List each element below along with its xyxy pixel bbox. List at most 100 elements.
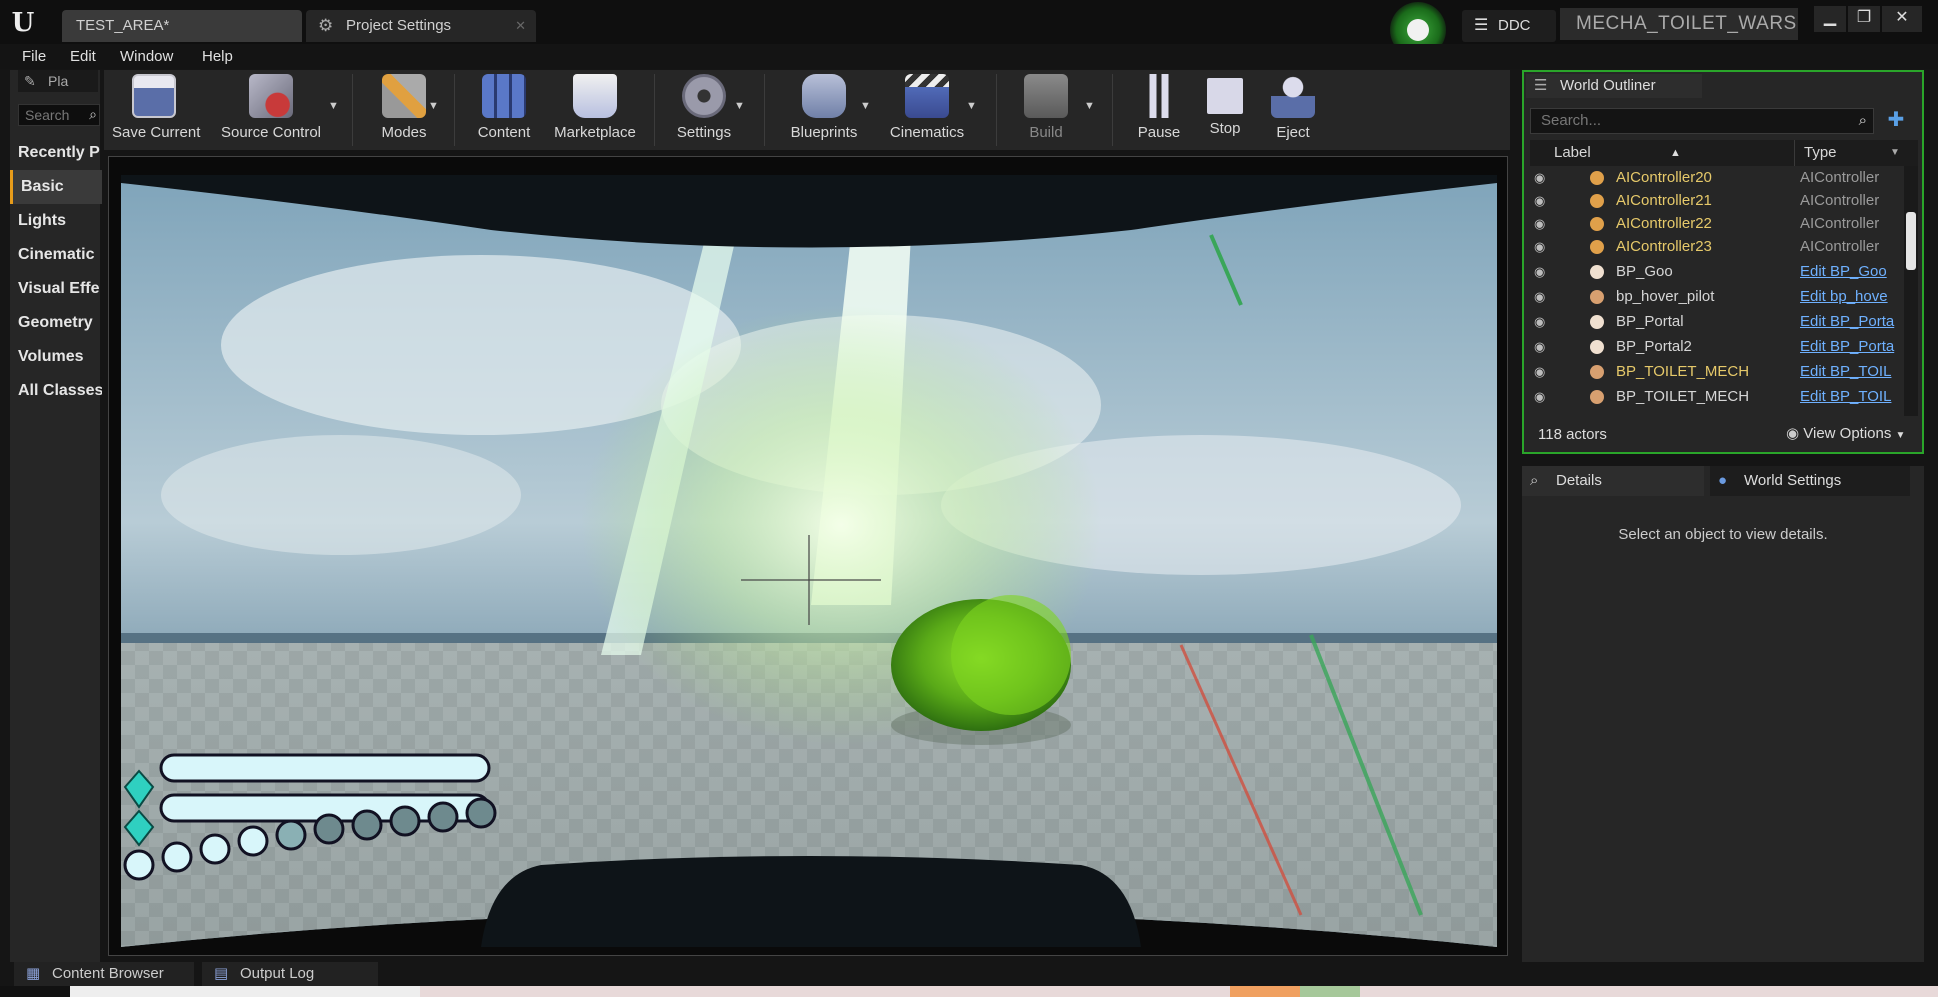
pause-label: Pause [1137,124,1181,141]
edit-blueprint-link[interactable]: Edit BP_Porta [1800,335,1908,359]
blueprints-label: Blueprints [790,124,858,141]
place-search-input[interactable]: Search ⌕ [18,104,100,126]
save-current-button[interactable]: Save Current [112,70,200,150]
build-dropdown-icon[interactable]: ▼ [1084,100,1095,112]
minimize-button[interactable]: ▁ [1814,6,1846,32]
scrollbar-thumb[interactable] [1906,212,1916,270]
blueprint-actor-icon [1590,315,1604,329]
toolbar-separator [654,74,655,146]
category-cinematic[interactable]: Cinematic [10,238,102,272]
tab-level[interactable]: TEST_AREA* [62,10,302,42]
edit-blueprint-link[interactable]: Edit BP_Goo [1800,260,1908,284]
category-volumes[interactable]: Volumes [10,340,102,374]
add-folder-button[interactable]: ✚ [1882,108,1910,134]
edit-blueprint-link[interactable]: Edit BP_TOIL [1800,360,1908,384]
outliner-row[interactable]: ◉ AIController22 AIController [1530,212,1910,236]
column-divider [1794,140,1795,166]
category-geometry[interactable]: Geometry [10,306,102,340]
cinematics-label: Cinematics [889,124,965,141]
actor-label: AIController21 [1616,192,1712,209]
tab-details[interactable]: ⌕ Details [1522,466,1704,496]
menu-edit[interactable]: Edit [70,44,96,69]
outliner-list[interactable]: ◉ AIController20 AIController ◉ AIContro… [1530,166,1910,416]
close-window-button[interactable]: ✕ [1882,6,1922,32]
sort-ascending-icon: ▲ [1670,147,1681,159]
ddc-button[interactable]: ☰ DDC [1462,10,1556,42]
edit-blueprint-link[interactable]: Edit BP_TOIL [1800,385,1908,409]
category-lights[interactable]: Lights [10,204,102,238]
content-button[interactable]: Content [464,70,544,150]
visibility-eye-icon[interactable]: ◉ [1534,166,1545,190]
category-all-classes[interactable]: All Classes [10,374,102,408]
place-mode-tab[interactable]: ✎ Pla [18,70,98,92]
outliner-scrollbar[interactable] [1904,166,1918,416]
cinematics-dropdown-icon[interactable]: ▼ [966,100,977,112]
actor-type: AIController [1800,192,1880,209]
visibility-eye-icon[interactable]: ◉ [1534,385,1545,409]
tab-content-browser[interactable]: ▦ Content Browser [14,962,194,986]
save-icon [132,74,176,118]
menu-window[interactable]: Window [120,44,173,69]
level-viewport[interactable] [108,156,1508,956]
visibility-eye-icon[interactable]: ◉ [1534,285,1545,309]
pause-button[interactable]: Pause [1124,70,1194,150]
content-label: Content [477,124,531,141]
menu-help[interactable]: Help [202,44,233,69]
outliner-row[interactable]: ◉ BP_Portal Edit BP_Porta [1530,310,1910,334]
actor-count: 118 actors [1538,426,1607,443]
close-tab-icon[interactable]: ✕ [515,10,526,42]
tab-world-settings[interactable]: ● World Settings [1710,466,1910,496]
category-visual-effects[interactable]: Visual Effe [10,272,102,306]
visibility-eye-icon[interactable]: ◉ [1534,310,1545,334]
marketplace-button[interactable]: Marketplace [544,70,646,150]
blueprints-button[interactable]: Blueprints [774,70,874,150]
edit-blueprint-link[interactable]: Edit BP_Porta [1800,310,1908,334]
tab-world-outliner[interactable]: ☰ World Outliner [1526,74,1702,98]
toolbar-separator [352,74,353,146]
visibility-eye-icon[interactable]: ◉ [1534,189,1545,213]
settings-dropdown-icon[interactable]: ▼ [734,100,745,112]
outliner-row[interactable]: ◉ BP_TOILET_MECH Edit BP_TOIL [1530,360,1910,384]
source-control-button[interactable]: Source Control [216,70,326,150]
place-search-placeholder: Search [25,107,70,123]
settings-button[interactable]: Settings [664,70,744,150]
outliner-row[interactable]: ◉ BP_Portal2 Edit BP_Porta [1530,335,1910,359]
tab-project-settings[interactable]: ⚙ Project Settings ✕ [306,10,536,42]
category-basic[interactable]: Basic [10,170,102,204]
blueprints-dropdown-icon[interactable]: ▼ [860,100,871,112]
visibility-eye-icon[interactable]: ◉ [1534,335,1545,359]
outliner-row[interactable]: ◉ AIController21 AIController [1530,189,1910,213]
outliner-row[interactable]: ◉ AIController20 AIController [1530,166,1910,190]
type-dropdown-icon[interactable]: ▼ [1890,140,1900,166]
outliner-row[interactable]: ◉ BP_Goo Edit BP_Goo [1530,260,1910,284]
outliner-search-input[interactable]: Search... ⌕ [1530,108,1874,134]
modes-dropdown-icon[interactable]: ▼ [428,100,439,112]
outliner-row[interactable]: ◉ AIController23 AIController [1530,235,1910,259]
cinematics-button[interactable]: Cinematics [880,70,974,150]
unreal-logo-icon[interactable]: U [8,8,38,38]
ai-controller-icon [1590,240,1604,254]
outliner-row[interactable]: ◉ BP_TOILET_MECH Edit BP_TOIL [1530,385,1910,409]
maximize-button[interactable]: ❐ [1848,6,1880,32]
tab-output-log[interactable]: ▤ Output Log [202,962,378,986]
source-control-dropdown-icon[interactable]: ▼ [328,100,339,112]
actor-label: BP_TOILET_MECH [1616,388,1750,405]
label-column-header[interactable]: Label [1554,140,1591,166]
visibility-eye-icon[interactable]: ◉ [1534,260,1545,284]
edit-blueprint-link[interactable]: Edit bp_hove [1800,285,1908,309]
type-column-header[interactable]: Type [1804,140,1837,166]
stop-button[interactable]: Stop [1194,70,1256,150]
blueprint-actor-icon [1590,340,1604,354]
visibility-eye-icon[interactable]: ◉ [1534,235,1545,259]
build-button[interactable]: Build [1008,70,1084,150]
eject-button[interactable]: Eject [1258,70,1328,150]
category-recently-placed[interactable]: Recently P [10,136,102,170]
gear-icon: ⚙ [318,16,334,35]
menu-file[interactable]: File [22,44,46,69]
visibility-eye-icon[interactable]: ◉ [1534,360,1545,384]
game-view-scene[interactable] [121,175,1497,947]
visibility-eye-icon[interactable]: ◉ [1534,212,1545,236]
outliner-icon: ☰ [1534,77,1548,94]
view-options-button[interactable]: ◉ View Options ▼ [1786,424,1905,442]
outliner-row[interactable]: ◉ bp_hover_pilot Edit bp_hove [1530,285,1910,309]
